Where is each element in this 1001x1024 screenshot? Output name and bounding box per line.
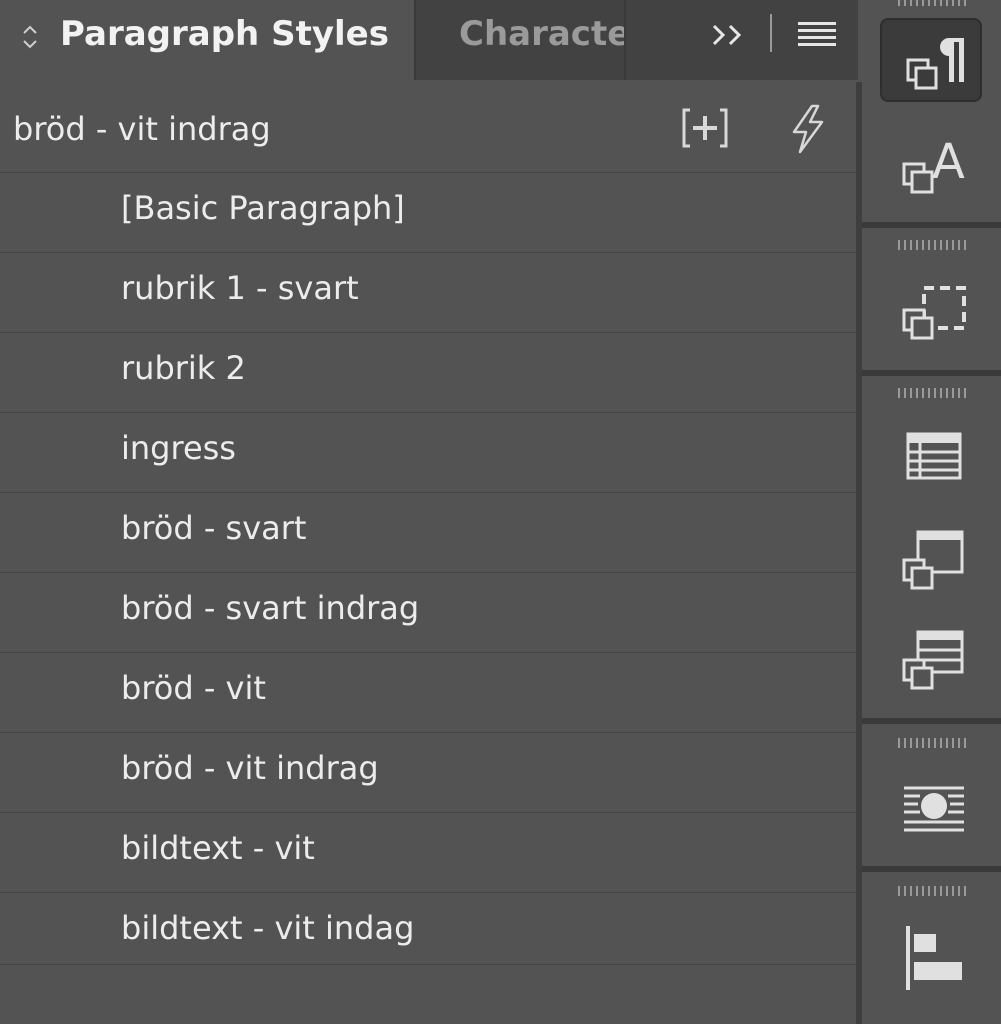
dock-grip[interactable] [898,240,966,250]
divider [770,14,772,52]
cell-styles-icon [902,630,964,690]
dock-button-align[interactable] [880,916,982,1000]
panel-dock: A [862,0,1001,1024]
list-item[interactable]: [Basic Paragraph] [0,172,856,252]
dock-button-table[interactable] [880,414,982,498]
text-wrap-icon [904,786,964,832]
style-name: bildtext - vit indag [121,909,415,947]
tab-paragraph-styles[interactable]: Paragraph Styles [0,0,414,82]
style-list: [Basic Paragraph] rubrik 1 - svart rubri… [0,172,856,972]
paragraph-styles-icon [906,38,964,90]
style-name: bildtext - vit [121,829,315,867]
style-name: rubrik 1 - svart [121,269,359,307]
dock-grip[interactable] [898,388,966,398]
list-item[interactable]: bröd - vit indrag [0,732,856,812]
lightning-bolt-icon[interactable] [788,104,828,154]
tab-label: Paragraph Styles [60,14,389,54]
object-styles-icon [902,286,966,340]
style-name: bröd - svart indrag [121,589,420,627]
current-style-name: bröd - vit indrag [13,110,271,148]
divider [0,964,856,965]
style-name: ingress [121,429,236,467]
divider [862,222,1001,228]
up-down-arrows-icon[interactable] [20,22,40,52]
divider [862,718,1001,724]
paragraph-styles-panel: Characte Paragraph Styles bröd - vit ind… [0,0,858,1024]
dock-button-text-wrap[interactable] [880,766,982,850]
dock-button-paragraph-styles[interactable] [880,18,982,102]
list-item[interactable]: rubrik 2 [0,332,856,412]
divider [862,370,1001,376]
align-icon [906,926,962,990]
list-item[interactable]: bildtext - vit [0,812,856,892]
list-item[interactable]: bröd - svart indrag [0,572,856,652]
dock-grip[interactable] [898,0,966,6]
style-name: rubrik 2 [121,349,246,387]
tab-character-styles[interactable]: Characte [416,0,624,80]
dock-grip[interactable] [898,738,966,748]
dock-button-cell-styles[interactable] [880,616,982,700]
list-item[interactable]: ingress [0,412,856,492]
dock-button-character-styles[interactable]: A [880,122,982,206]
divider [862,866,1001,872]
svg-text:A: A [932,134,965,190]
hamburger-menu-icon[interactable] [798,20,836,48]
list-item[interactable]: rubrik 1 - svart [0,252,856,332]
list-item[interactable]: bröd - svart [0,492,856,572]
dock-button-table-styles[interactable] [880,516,982,600]
table-icon [906,432,962,480]
table-styles-icon [902,530,964,590]
style-name: bröd - vit [121,669,266,707]
dock-button-object-styles[interactable] [880,270,982,354]
dock-grip[interactable] [898,886,966,896]
tab-label: Characte [459,14,624,54]
list-item[interactable]: bröd - vit [0,652,856,732]
style-name: bröd - svart [121,509,307,547]
style-name: bröd - vit indrag [121,749,379,787]
character-styles-icon: A [902,134,965,194]
new-style-group-icon[interactable] [680,106,730,150]
style-name: [Basic Paragraph] [121,189,405,227]
list-item[interactable]: bildtext - vit indag [0,892,856,972]
double-chevron-right-icon[interactable] [708,18,748,52]
